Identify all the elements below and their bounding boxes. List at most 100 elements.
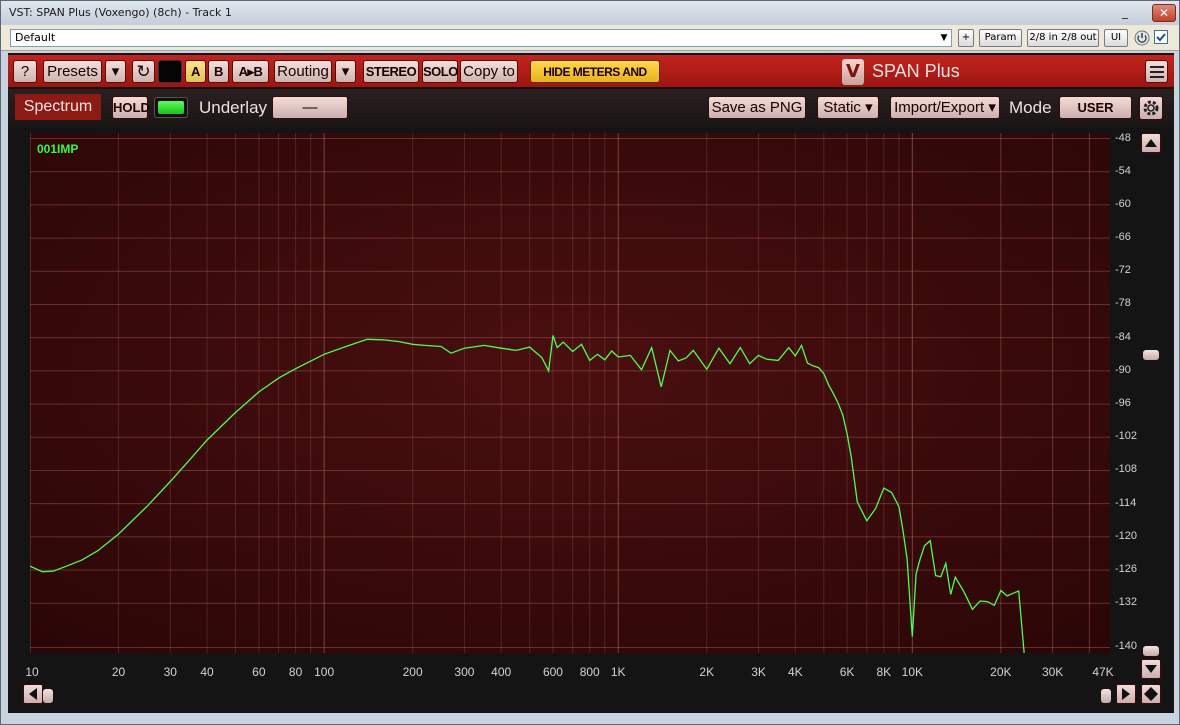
- x-tick-label: 3K: [751, 665, 766, 679]
- host-io-button[interactable]: 2/8 in 2/8 out: [1027, 29, 1099, 47]
- x-tick-label: 6K: [839, 665, 855, 679]
- x-tick-label: 40: [200, 665, 214, 679]
- y-tick-label: -126: [1115, 563, 1138, 576]
- hide-meters-button[interactable]: HIDE METERS AND STATS: [530, 60, 660, 101]
- host-preset-value: Default: [15, 31, 56, 44]
- zoom-fit-button[interactable]: [1141, 684, 1161, 704]
- routing-menu-button[interactable]: ▾: [335, 60, 356, 83]
- minimize-button[interactable]: _: [1113, 4, 1137, 22]
- y-tick-label: -60: [1115, 197, 1131, 210]
- x-tick-label: 10: [25, 665, 39, 679]
- y-tick-label: -48: [1115, 131, 1131, 144]
- triangle-up-icon: [1145, 139, 1157, 147]
- host-ui-button[interactable]: UI: [1104, 29, 1128, 47]
- bypass-checkbox[interactable]: [1154, 30, 1168, 44]
- x-tick-label: 200: [402, 665, 423, 679]
- x-tick-label: 400: [491, 665, 512, 679]
- y-tick-label: -84: [1115, 330, 1131, 343]
- voxengo-logo-icon: V: [842, 59, 864, 85]
- x-tick-label: 30: [163, 665, 177, 679]
- hold-button[interactable]: HOLD: [112, 96, 150, 119]
- y-tick-label: -66: [1115, 231, 1131, 244]
- copy-to-button[interactable]: Copy to: [460, 60, 518, 83]
- preset-b-button[interactable]: B: [208, 60, 229, 83]
- y-tick-label: -96: [1115, 397, 1131, 410]
- main-menu-button[interactable]: [1145, 60, 1168, 83]
- window-titlebar[interactable]: VST: SPAN Plus (Voxengo) (8ch) - Track 1…: [1, 1, 1179, 25]
- x-tick-label: 2K: [699, 665, 715, 679]
- triangle-right-icon: [1122, 688, 1130, 700]
- reset-button[interactable]: ↻: [132, 60, 155, 83]
- tab-spectrum[interactable]: Spectrum: [15, 94, 101, 120]
- y-tick-label: -72: [1115, 264, 1131, 277]
- x-tick-label: 8K: [876, 665, 892, 679]
- y-tick-label: -90: [1115, 363, 1131, 376]
- spectrum-graph[interactable]: [30, 133, 1110, 653]
- range-slider-thumb-bottom[interactable]: [1143, 646, 1159, 656]
- scroll-up-button[interactable]: [1141, 133, 1161, 153]
- diamond-icon: [1144, 687, 1158, 701]
- y-tick-label: -102: [1115, 430, 1138, 443]
- y-tick-label: -54: [1115, 164, 1131, 177]
- presets-menu-button[interactable]: ▾: [105, 60, 126, 83]
- x-tick-label: 20K: [990, 665, 1012, 679]
- underlay-select[interactable]: —: [272, 96, 348, 119]
- x-tick-label: 20: [111, 665, 126, 679]
- gear-icon: [1143, 100, 1159, 116]
- x-tick-label: 60: [252, 665, 266, 679]
- x-tick-label: 100: [314, 665, 335, 679]
- import-export-button[interactable]: Import/Export ▾: [890, 96, 1000, 119]
- plugin-toolbar: ? Presets ▾ ↻ A B A▸B Routing ▾ STEREO S…: [8, 55, 1174, 101]
- host-add-button[interactable]: +: [958, 29, 974, 47]
- host-param-button[interactable]: Param: [979, 29, 1022, 47]
- scroll-down-button[interactable]: [1141, 659, 1161, 679]
- y-tick-label: -120: [1115, 529, 1138, 542]
- product-name: SPAN Plus: [872, 61, 960, 81]
- x-tick-label: 4K: [787, 665, 803, 679]
- hamburger-icon: [1150, 71, 1164, 73]
- static-button[interactable]: Static ▾: [817, 96, 879, 119]
- underlay-label: Underlay: [199, 98, 268, 117]
- hamburger-icon: [1150, 76, 1164, 78]
- x-tick-label: 800: [579, 665, 600, 679]
- color-swatch[interactable]: [158, 60, 182, 83]
- scroll-left-button[interactable]: [23, 684, 43, 704]
- host-preset-select[interactable]: Default ▼: [10, 29, 952, 47]
- triangle-left-icon: [29, 688, 37, 700]
- presets-button[interactable]: Presets: [43, 60, 102, 83]
- window-title: VST: SPAN Plus (Voxengo) (8ch) - Track 1: [9, 6, 232, 19]
- close-button[interactable]: ✕: [1152, 4, 1176, 22]
- preset-a-button[interactable]: A: [185, 60, 206, 83]
- x-tick-label: 300: [454, 665, 475, 679]
- x-tick-label: 80: [288, 665, 303, 679]
- chevron-down-icon: ▼: [940, 33, 948, 43]
- trace-label: 001IMP: [37, 142, 79, 156]
- save-png-button[interactable]: Save as PNG: [708, 96, 806, 119]
- spectrum-subbar: Spectrum HOLD Underlay — Save as PNG Sta…: [8, 89, 1174, 127]
- routing-button[interactable]: Routing: [274, 60, 332, 83]
- scroll-right-button[interactable]: [1116, 684, 1136, 704]
- x-tick-label: 47K: [1092, 665, 1114, 679]
- x-tick-label: 1K: [610, 665, 626, 679]
- x-tick-label: 600: [542, 665, 563, 679]
- hold-indicator[interactable]: [154, 97, 188, 118]
- y-tick-label: -132: [1115, 596, 1138, 609]
- y-tick-label: -140: [1115, 640, 1138, 653]
- y-tick-label: -114: [1115, 496, 1137, 509]
- stereo-button[interactable]: STEREO: [363, 60, 419, 83]
- mode-select[interactable]: USER: [1059, 96, 1132, 119]
- triangle-down-icon: [1145, 665, 1157, 673]
- copy-a-to-b-button[interactable]: A▸B: [232, 60, 269, 83]
- h-slider-thumb-right[interactable]: [1101, 689, 1111, 703]
- mode-label: Mode: [1009, 98, 1052, 117]
- plugin-window: VST: SPAN Plus (Voxengo) (8ch) - Track 1…: [0, 0, 1180, 725]
- settings-button[interactable]: [1139, 96, 1163, 120]
- hamburger-icon: [1150, 66, 1164, 68]
- x-tick-label: 10K: [901, 665, 924, 679]
- x-tick-label: 30K: [1041, 665, 1064, 679]
- h-slider-thumb-left[interactable]: [43, 689, 53, 703]
- help-button[interactable]: ?: [13, 60, 37, 83]
- range-slider-thumb[interactable]: [1143, 350, 1159, 360]
- power-icon[interactable]: [1134, 30, 1150, 46]
- solo-button[interactable]: SOLO: [422, 60, 458, 83]
